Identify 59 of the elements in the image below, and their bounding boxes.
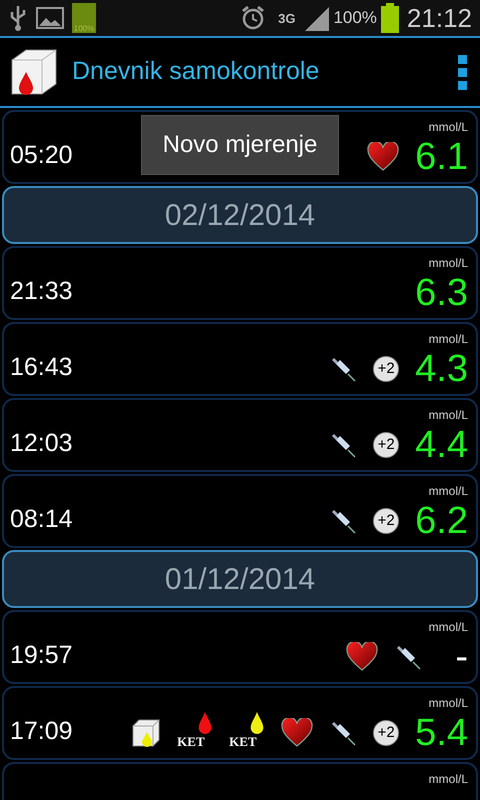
unit-label: mmol/L: [428, 119, 468, 136]
count-badge: +2: [373, 720, 400, 746]
battery-percent: 100%: [333, 7, 377, 30]
glucose-value: 4.4: [415, 426, 468, 464]
syringe-icon: [394, 643, 422, 671]
battery-label: 100%: [74, 25, 94, 33]
reading-card[interactable]: mmol/L 19:57 -: [2, 610, 478, 684]
battery-icon: [380, 3, 399, 33]
syringe-icon: [329, 431, 358, 459]
time-label: 16:43: [10, 352, 73, 382]
signal-icon: [303, 5, 332, 31]
syringe-icon: [329, 507, 358, 535]
unit-label: mmol/L: [428, 483, 468, 500]
network-label: 3G: [278, 12, 296, 24]
ketone-label: KET: [229, 735, 257, 748]
app-title: Dnevnik samokontrole: [72, 56, 320, 88]
date-label: 02/12/2014: [164, 198, 316, 234]
glucose-value: 4.3: [415, 350, 468, 388]
unit-label: mmol/L: [428, 619, 468, 636]
count-badge: +2: [373, 432, 400, 458]
count-badge: +2: [373, 356, 400, 382]
date-label: 01/12/2014: [164, 562, 316, 598]
drop-icon: [249, 712, 266, 734]
reading-card[interactable]: mmol/L 08:14 +2 6.2: [2, 474, 478, 548]
syringe-icon: [329, 355, 358, 383]
unit-label: mmol/L: [428, 407, 468, 424]
heart-icon: [367, 142, 400, 172]
reading-card[interactable]: mmol/L: [2, 762, 478, 800]
reading-card[interactable]: mmol/L 17:09 KET KET +2 5.4: [2, 686, 478, 760]
unit-label: mmol/L: [428, 771, 468, 788]
tooltip-text: Novo mjerenje: [162, 130, 318, 160]
reading-card[interactable]: mmol/L 21:33 6.3: [2, 246, 478, 320]
clock: 21:12: [406, 2, 472, 34]
reading-card[interactable]: mmol/L 12:03 +2 4.4: [2, 398, 478, 472]
cube-drop-icon: [131, 718, 162, 748]
unit-label: mmol/L: [428, 255, 468, 272]
syringe-icon: [329, 719, 358, 747]
time-label: 17:09: [10, 716, 73, 746]
reading-card[interactable]: mmol/L 16:43 +2 4.3: [2, 322, 478, 396]
heart-icon: [346, 642, 378, 672]
count-badge: +2: [373, 508, 400, 534]
alarm-icon: [240, 5, 266, 31]
glucose-value: 6.2: [415, 502, 468, 540]
ketone-label: KET: [177, 735, 205, 748]
time-label: 19:57: [10, 640, 73, 670]
time-label: 12:03: [10, 428, 73, 458]
time-label: 21:33: [10, 276, 73, 306]
glucose-value: 5.4: [415, 714, 468, 752]
time-label: 08:14: [10, 504, 73, 534]
glucose-value: 6.1: [415, 138, 468, 176]
usb-icon: [8, 4, 28, 32]
drop-icon: [197, 712, 214, 734]
image-icon: [36, 7, 64, 29]
glucose-value: -: [454, 638, 468, 676]
unit-label: mmol/L: [428, 695, 468, 712]
time-label: 05:20: [10, 140, 73, 170]
heart-icon: [281, 718, 314, 748]
glucose-value: 6.3: [415, 274, 468, 312]
unit-label: mmol/L: [428, 331, 468, 348]
